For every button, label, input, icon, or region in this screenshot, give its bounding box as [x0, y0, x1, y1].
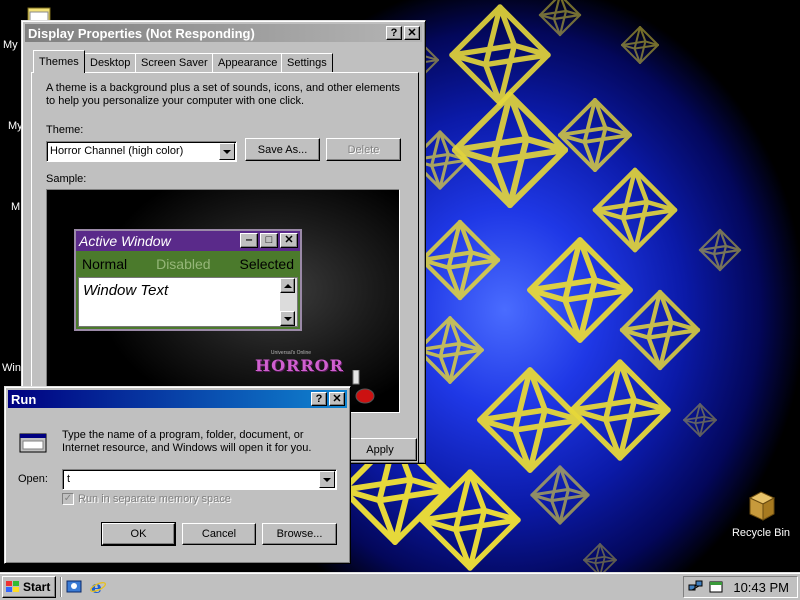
internet-explorer-icon[interactable]: e — [89, 578, 107, 598]
separate-memory-checkbox[interactable]: ✓ Run in separate memory space — [62, 493, 231, 505]
sample-menu-selected: Selected — [239, 256, 294, 272]
display-properties-titlebar[interactable]: Display Properties (Not Responding) ? ✕ — [25, 24, 422, 42]
chevron-down-icon[interactable] — [319, 471, 335, 488]
tab-settings[interactable]: Settings — [281, 53, 333, 72]
delete-label: Delete — [347, 143, 380, 156]
sample-scrollbar — [280, 278, 297, 326]
save-as-button[interactable]: Save As... — [245, 138, 320, 161]
desktop-icon-label[interactable]: M — [11, 201, 20, 213]
separate-memory-label: Run in separate memory space — [78, 493, 231, 505]
show-desktop-icon[interactable] — [66, 579, 82, 595]
scheduler-icon[interactable] — [708, 579, 724, 595]
start-button[interactable]: Start — [2, 576, 56, 598]
taskbar: Start e 10:43 PM — [0, 572, 800, 600]
themes-intro-text: A theme is a background plus a set of so… — [46, 82, 401, 107]
open-label: Open: — [18, 473, 48, 485]
close-button[interactable]: ✕ — [404, 26, 420, 40]
tab-appearance[interactable]: Appearance — [212, 53, 284, 72]
sample-label: Sample: — [46, 173, 87, 185]
maximize-icon: □ — [260, 233, 278, 248]
sample-menu-normal: Normal — [82, 256, 128, 272]
close-icon: ✕ — [280, 233, 298, 248]
sample-menu-disabled: Disabled — [156, 256, 211, 272]
browse-button[interactable]: Browse... — [262, 523, 337, 545]
help-button[interactable]: ? — [311, 392, 327, 406]
run-titlebar[interactable]: Run ? ✕ — [8, 390, 347, 408]
tab-desktop[interactable]: Desktop — [84, 53, 137, 72]
run-title: Run — [11, 391, 37, 407]
help-button[interactable]: ? — [386, 26, 402, 40]
sample-window-title: Active Window — [79, 233, 171, 249]
browse-label: Browse... — [276, 528, 323, 540]
ok-button[interactable]: OK — [101, 522, 176, 546]
tab-label: Desktop — [90, 57, 131, 69]
save-as-label: Save As... — [257, 143, 308, 156]
network-icon[interactable] — [688, 579, 704, 595]
minimize-icon: ‒ — [240, 233, 258, 248]
scroll-down-icon — [280, 311, 295, 326]
system-tray: 10:43 PM — [683, 576, 798, 598]
recycle-bin-icon — [748, 491, 776, 521]
apply-label: Apply — [366, 443, 394, 456]
horror-logo: Universal's Online HORROR — [255, 350, 344, 375]
ok-label: OK — [130, 528, 147, 540]
run-icon — [18, 428, 50, 456]
sample-window-text: Window Text — [83, 282, 169, 299]
cancel-label: Cancel — [201, 528, 237, 540]
desktop-icon-recycle-bin[interactable]: Recycle Bin — [726, 488, 796, 539]
start-label: Start — [23, 580, 51, 594]
tab-label: Screen Saver — [141, 57, 208, 69]
sample-titlebar: Active Window ‒ □ ✕ — [76, 231, 300, 251]
tab-label: Settings — [287, 57, 327, 69]
clock[interactable]: 10:43 PM — [733, 580, 789, 595]
open-input[interactable]: t — [62, 469, 337, 490]
recycle-bin-label: Recycle Bin — [731, 527, 791, 539]
sample-menu-bar: Normal Disabled Selected — [76, 253, 300, 275]
lab-flask-icon — [351, 369, 375, 404]
window-title: Display Properties (Not Responding) — [28, 25, 255, 41]
apply-button[interactable]: Apply — [343, 438, 417, 461]
horror-logo-text: HORROR — [255, 356, 344, 375]
theme-dropdown[interactable]: Horror Channel (high color) — [46, 141, 237, 162]
run-description: Type the name of a program, folder, docu… — [62, 429, 312, 454]
cancel-button[interactable]: Cancel — [182, 523, 256, 545]
tab-label: Appearance — [218, 57, 278, 69]
theme-label: Theme: — [46, 124, 84, 136]
close-button[interactable]: ✕ — [329, 392, 345, 406]
theme-dropdown-value: Horror Channel (high color) — [50, 145, 184, 157]
tab-screen-saver[interactable]: Screen Saver — [135, 53, 214, 72]
desktop-icon-label[interactable]: My — [3, 39, 18, 51]
delete-button[interactable]: Delete — [326, 138, 401, 161]
scroll-up-icon — [280, 278, 295, 293]
windows-logo-icon — [6, 581, 20, 593]
tab-themes[interactable]: Themes — [33, 50, 85, 73]
checkbox-box[interactable]: ✓ — [62, 493, 74, 505]
desktop-icon-label[interactable]: Win — [2, 362, 21, 374]
open-input-value: t — [67, 473, 71, 485]
chevron-down-icon[interactable] — [219, 143, 235, 160]
sample-active-window: Active Window ‒ □ ✕ Normal Disabled Sele… — [74, 229, 302, 331]
tab-label: Themes — [39, 56, 79, 68]
quick-launch-separator — [60, 577, 62, 597]
sample-window-body: Window Text — [78, 277, 298, 327]
